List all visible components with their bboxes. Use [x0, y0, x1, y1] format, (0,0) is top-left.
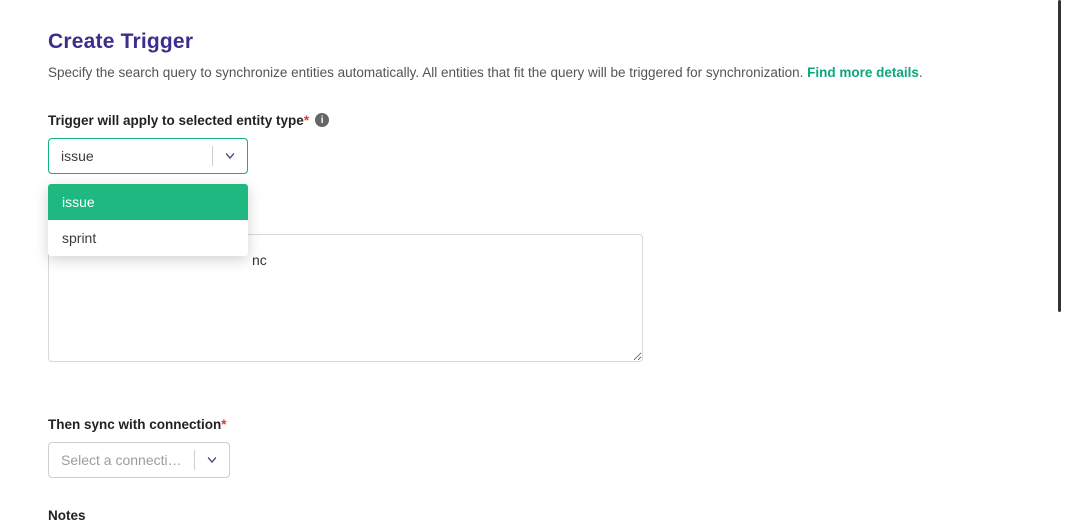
- required-asterisk: *: [221, 417, 226, 432]
- scrollbar[interactable]: [1058, 0, 1061, 312]
- entity-type-select-wrap: issue issue sprint: [48, 138, 248, 174]
- required-asterisk: *: [304, 113, 309, 128]
- description-text: Specify the search query to synchronize …: [48, 65, 807, 80]
- chevron-down-icon[interactable]: [195, 453, 229, 467]
- find-more-details-link[interactable]: Find more details: [807, 65, 919, 80]
- page-description: Specify the search query to synchronize …: [48, 64, 1017, 83]
- chevron-down-icon[interactable]: [213, 149, 247, 163]
- connection-label-row: Then sync with connection*: [48, 417, 1017, 432]
- connection-section: Then sync with connection* Select a conn…: [48, 417, 1017, 478]
- notes-label: Notes: [48, 508, 1017, 523]
- entity-type-section: Trigger will apply to selected entity ty…: [48, 113, 1017, 174]
- entity-type-dropdown: issue sprint: [48, 184, 248, 256]
- notes-section: Notes: [48, 508, 1017, 523]
- entity-type-select[interactable]: issue: [48, 138, 248, 174]
- connection-label: Then sync with connection*: [48, 417, 227, 432]
- dropdown-option-sprint[interactable]: sprint: [48, 220, 248, 256]
- info-icon[interactable]: i: [315, 113, 329, 127]
- connection-select[interactable]: Select a connection: [48, 442, 230, 478]
- period: .: [919, 65, 923, 80]
- dropdown-option-issue[interactable]: issue: [48, 184, 248, 220]
- page-title: Create Trigger: [48, 30, 1017, 54]
- entity-type-label: Trigger will apply to selected entity ty…: [48, 113, 309, 128]
- entity-type-select-value: issue: [49, 148, 212, 164]
- entity-type-label-row: Trigger will apply to selected entity ty…: [48, 113, 1017, 128]
- connection-select-placeholder: Select a connection: [49, 452, 194, 468]
